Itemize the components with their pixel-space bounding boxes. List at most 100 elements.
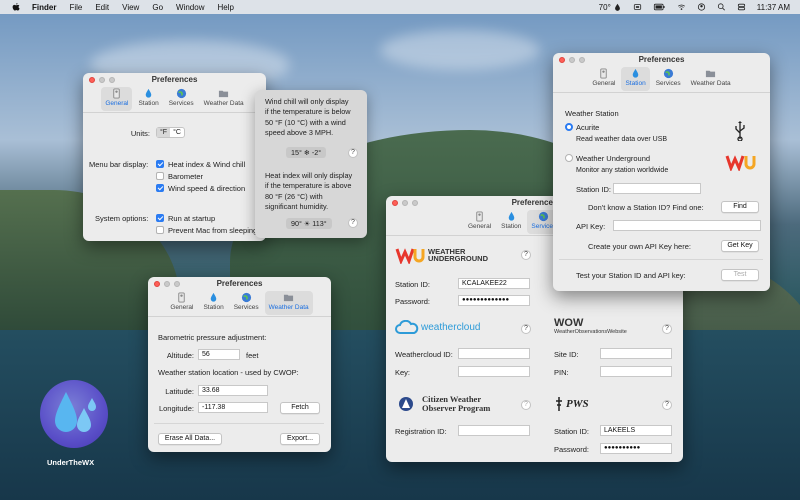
weather-underground-radio[interactable] [565, 154, 573, 162]
wu-password-label: Password: [395, 297, 431, 306]
zoom-button[interactable] [579, 57, 585, 63]
station-id-input[interactable] [613, 183, 701, 194]
wow-site-id-input[interactable] [600, 348, 672, 359]
wow-pin-input[interactable] [600, 366, 672, 377]
wu-station-id-input[interactable]: KCALAKEE22 [458, 278, 530, 289]
barometer-label: Barometer [168, 172, 204, 181]
tab-general[interactable]: General [464, 210, 495, 234]
wu-logo-icon [725, 155, 756, 171]
clock[interactable]: 11:37 AM [757, 3, 790, 12]
search-icon[interactable] [717, 3, 726, 11]
prevent-sleep-checkbox[interactable] [156, 226, 164, 234]
tab-weather-data[interactable]: Weather Data [687, 67, 735, 91]
weathercloud-id-input[interactable] [458, 348, 530, 359]
tab-label: Services [233, 304, 259, 311]
tab-general[interactable]: General [588, 67, 619, 91]
title-bar: Preferences [83, 73, 266, 87]
pws-station-id-input[interactable]: LAKEELS [600, 425, 672, 436]
close-button[interactable] [392, 200, 398, 206]
raindrop-icon [55, 392, 96, 432]
api-key-label: API Key: [576, 222, 606, 231]
tab-services[interactable]: Services [230, 291, 263, 315]
minimize-button[interactable] [402, 200, 408, 206]
unit-fahrenheit[interactable]: °F [157, 128, 171, 137]
weather-data-pane: Barometric pressure adjustment: Altitude… [148, 317, 331, 445]
menu-go[interactable]: Go [152, 3, 163, 12]
help-button[interactable]: ? [521, 324, 531, 334]
close-button[interactable] [89, 77, 95, 83]
apple-icon[interactable] [12, 2, 20, 12]
wu-password-input[interactable]: ●●●●●●●●●●●●● [458, 295, 530, 306]
pws-password-input[interactable]: ●●●●●●●●●● [600, 443, 672, 454]
run-at-startup-checkbox[interactable] [156, 214, 164, 222]
app-icon[interactable] [40, 380, 108, 448]
units-segmented-control[interactable]: °F °C [156, 127, 185, 138]
barometer-checkbox[interactable] [156, 172, 164, 180]
cwop-registration-input[interactable] [458, 425, 530, 436]
create-api-key-text: Create your own API Key here: [588, 242, 691, 251]
test-button[interactable]: Test [721, 269, 759, 281]
zoom-button[interactable] [174, 281, 180, 287]
user-icon[interactable] [697, 3, 706, 11]
longitude-input[interactable]: -117.38 [198, 402, 268, 413]
screen-mirror-icon[interactable] [633, 3, 642, 11]
general-pane: Units: °F °C Menu bar display: Heat inde… [83, 113, 266, 235]
zoom-button[interactable] [412, 200, 418, 206]
export-button[interactable]: Export... [280, 433, 320, 445]
tab-station[interactable]: Station [199, 291, 227, 315]
tab-station[interactable]: Station [134, 87, 162, 111]
get-key-button[interactable]: Get Key [721, 240, 759, 252]
help-button[interactable]: ? [521, 400, 531, 410]
acurite-radio[interactable] [565, 123, 573, 131]
minimize-button[interactable] [164, 281, 170, 287]
acurite-description: Read weather data over USB [576, 136, 668, 143]
temperature-readout: 70° [598, 2, 611, 12]
wind-speed-checkbox[interactable] [156, 184, 164, 192]
altitude-input[interactable]: 56 [198, 349, 240, 360]
tab-weather-data[interactable]: Weather Data [264, 291, 313, 315]
weather-menu-item[interactable]: 70° [599, 3, 622, 12]
wifi-icon[interactable] [677, 3, 686, 11]
tab-station[interactable]: Station [497, 210, 525, 234]
minimize-button[interactable] [569, 57, 575, 63]
heat-index-checkbox[interactable] [156, 160, 164, 168]
menu-help[interactable]: Help [217, 3, 233, 12]
erase-all-data-button[interactable]: Erase All Data... [158, 433, 222, 445]
menu-file[interactable]: File [69, 3, 82, 12]
menu-view[interactable]: View [122, 3, 139, 12]
weathercloud-key-input[interactable] [458, 366, 530, 377]
location-label: Weather station location - used by CWOP: [158, 368, 299, 377]
menu-window[interactable]: Window [176, 3, 204, 12]
help-button[interactable]: ? [662, 324, 672, 334]
tab-station[interactable]: Station [621, 67, 650, 91]
close-button[interactable] [559, 57, 565, 63]
help-button[interactable]: ? [521, 250, 531, 260]
tab-general[interactable]: General [166, 291, 197, 315]
battery-icon[interactable] [653, 3, 666, 11]
find-button[interactable]: Find [721, 201, 759, 213]
tab-label: Station [138, 100, 159, 107]
wind-speed-label: Wind speed & direction [168, 184, 246, 193]
tab-label: Services [168, 100, 194, 107]
minimize-button[interactable] [99, 77, 105, 83]
pws-station-id-label: Station ID: [554, 427, 590, 436]
prevent-sleep-label: Prevent Mac from sleeping [168, 226, 258, 235]
latitude-input[interactable]: 33.68 [198, 385, 268, 396]
menu-finder[interactable]: Finder [32, 3, 56, 12]
unit-celsius[interactable]: °C [170, 128, 184, 137]
api-key-input[interactable] [613, 220, 761, 231]
help-button[interactable]: ? [348, 148, 358, 158]
tab-services[interactable]: Services [652, 67, 685, 91]
help-button[interactable]: ? [348, 218, 358, 228]
control-center-icon[interactable] [737, 3, 746, 11]
zoom-button[interactable] [109, 77, 115, 83]
close-button[interactable] [154, 281, 160, 287]
tab-weather-data[interactable]: Weather Data [200, 87, 248, 111]
fetch-button[interactable]: Fetch [280, 402, 320, 414]
info-line: Wind chill will only display [265, 97, 349, 106]
test-text: Test your Station ID and API key: [576, 271, 686, 280]
tab-general[interactable]: General [101, 87, 133, 111]
tab-services[interactable]: Services [165, 87, 198, 111]
menu-edit[interactable]: Edit [95, 3, 109, 12]
help-button[interactable]: ? [662, 400, 672, 410]
